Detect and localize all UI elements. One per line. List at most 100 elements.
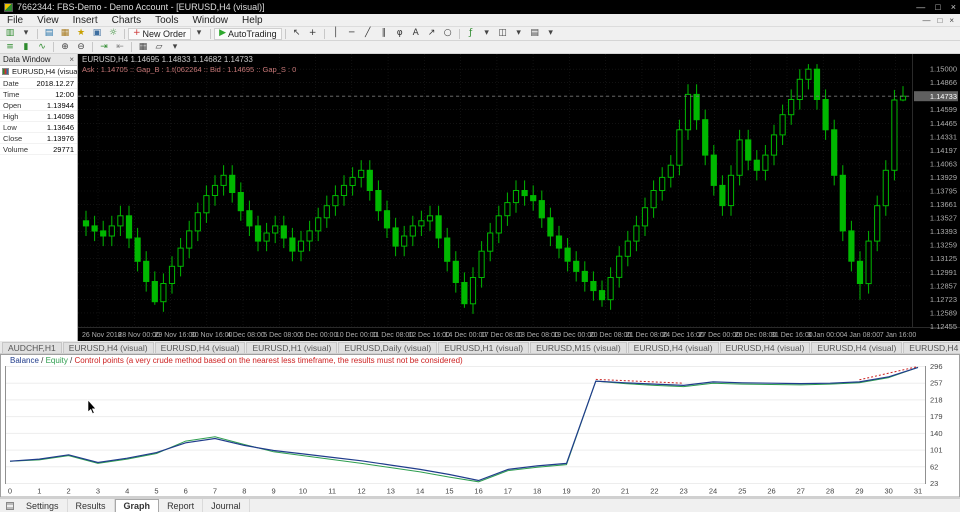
data-window-icon: ▦: [60, 28, 70, 38]
periods-button[interactable]: ◫: [495, 28, 511, 40]
chart-file-icon: [2, 68, 9, 75]
tab-report[interactable]: Report: [159, 499, 204, 512]
chart-tab-6[interactable]: EURUSD,M15 (visual): [530, 342, 627, 353]
svg-text:101: 101: [930, 446, 943, 455]
menu-insert[interactable]: Insert: [66, 15, 105, 26]
indicators-list-button[interactable]: ▾: [479, 28, 495, 40]
svg-text:1.12723: 1.12723: [930, 295, 957, 304]
mdi-maximize-button[interactable]: □: [937, 16, 942, 25]
chart-tab-3[interactable]: EURUSD,H1 (visual): [246, 342, 338, 353]
vertical-line-button[interactable]: │: [328, 28, 344, 40]
grid-toggle-button[interactable]: ▦: [135, 41, 151, 53]
market-watch-button[interactable]: ▤: [41, 28, 57, 40]
shapes-button[interactable]: ○: [440, 28, 456, 40]
chart-tab-9[interactable]: EURUSD,H4 (visual): [811, 342, 903, 353]
candlestick-chart-svg: 1.15000 1.14866 1.14733 1.14599 1.14465 1.143…: [78, 54, 960, 341]
menu-help[interactable]: Help: [235, 15, 270, 26]
data-row-low: Low 1.13646: [0, 122, 77, 133]
text-label-button[interactable]: A: [408, 28, 424, 40]
open-label: Open: [3, 100, 22, 110]
objects-list-button[interactable]: ▱: [151, 41, 167, 53]
zoom-in-button[interactable]: ⊕: [57, 41, 73, 53]
toolbar-separator: [210, 28, 212, 39]
candlestick-mode-button[interactable]: ▮: [18, 41, 34, 53]
horizontal-line-button[interactable]: ─: [344, 28, 360, 40]
svg-text:179: 179: [930, 412, 943, 421]
trendline-button[interactable]: ╱: [360, 28, 376, 40]
autotrading-button[interactable]: ▶ AutoTrading: [214, 27, 282, 40]
chart-tab-5[interactable]: EURUSD,H1 (visual): [438, 342, 530, 353]
crosshair-button[interactable]: +: [305, 28, 321, 40]
fibonacci-button[interactable]: φ: [392, 28, 408, 40]
horizontal-line-icon: ─: [348, 28, 355, 38]
chart-tab-2[interactable]: EURUSD,H4 (visual): [154, 342, 246, 353]
time-value: 12:00: [55, 89, 74, 99]
strategy-tester-button[interactable]: ☼: [105, 28, 121, 40]
line-chart-mode-button[interactable]: ∿: [34, 41, 50, 53]
templates-button[interactable]: ▤: [527, 28, 543, 40]
auto-scroll-button[interactable]: ⇥: [96, 41, 112, 53]
chart-tab-1[interactable]: EURUSD,H4 (visual): [62, 342, 154, 353]
chart-tab-10[interactable]: EURUSD,H4 (visual): [903, 342, 960, 353]
periods-list-button[interactable]: ▾: [511, 28, 527, 40]
new-order-list-button[interactable]: ▾: [191, 28, 207, 40]
templates-list-button[interactable]: ▾: [543, 28, 559, 40]
time-axis[interactable]: 26 Nov 201828 Nov 00:0029 Nov 16:0030 No…: [82, 332, 916, 339]
menu-window[interactable]: Window: [185, 15, 235, 26]
navigator-button[interactable]: ★: [73, 28, 89, 40]
indicators-button[interactable]: ƒ: [463, 28, 479, 40]
chart-shift-icon: ⇤: [116, 41, 124, 52]
arrows-button[interactable]: ↗: [424, 28, 440, 40]
svg-text:18: 18: [533, 487, 541, 496]
svg-text:6: 6: [184, 487, 188, 496]
toolbar-separator: [92, 42, 93, 52]
auto-scroll-icon: ⇥: [100, 41, 108, 52]
objects-dropdown-button[interactable]: ▾: [167, 41, 183, 53]
svg-text:17: 17: [504, 487, 512, 496]
new-chart-button[interactable]: ▥: [2, 28, 18, 40]
chart-tab-0[interactable]: AUDCHF,H1: [2, 342, 62, 353]
chart-area[interactable]: 1.15000 1.14866 1.14733 1.14599 1.14465 1.143…: [78, 54, 960, 341]
svg-text:26 Nov 2018: 26 Nov 2018: [82, 332, 122, 339]
mt4-window: 7662344: FBS-Demo - Demo Account - [EURU…: [0, 0, 960, 512]
chart-shift-button[interactable]: ⇤: [112, 41, 128, 53]
text-label-icon: A: [412, 28, 419, 38]
profiles-button[interactable]: ▾: [18, 28, 34, 40]
tab-journal[interactable]: Journal: [203, 499, 250, 512]
svg-text:1.12455: 1.12455: [930, 322, 957, 331]
data-row-close: Close 1.13976: [0, 133, 77, 144]
terminal-button[interactable]: ▣: [89, 28, 105, 40]
vertical-line-icon: │: [332, 28, 339, 38]
menu-charts[interactable]: Charts: [105, 15, 148, 26]
mdi-minimize-button[interactable]: —: [922, 16, 930, 25]
equidistant-channel-button[interactable]: ∥: [376, 28, 392, 40]
menu-tools[interactable]: Tools: [148, 15, 185, 26]
bar-chart-mode-button[interactable]: ≡: [2, 41, 18, 53]
tab-settings[interactable]: Settings: [18, 499, 68, 512]
close-button[interactable]: ×: [951, 2, 956, 12]
crosshair-icon: +: [308, 28, 317, 38]
svg-text:11: 11: [328, 487, 336, 496]
svg-text:28: 28: [826, 487, 834, 496]
tester-panel: 296 257 218 179 140 101 62 23 0 1 2 3 4 5 6 7 8 9 10 11 12 13…: [0, 354, 960, 498]
data-row-time: Time 12:00: [0, 89, 77, 100]
maximize-button[interactable]: □: [935, 2, 940, 12]
svg-text:1.13259: 1.13259: [930, 241, 957, 250]
menu-view[interactable]: View: [30, 15, 66, 26]
tab-results[interactable]: Results: [68, 499, 115, 512]
mdi-close-button[interactable]: ×: [949, 16, 954, 25]
close-icon[interactable]: ×: [69, 55, 74, 64]
menu-file[interactable]: File: [0, 15, 30, 26]
chart-tab-4[interactable]: EURUSD,Daily (visual): [338, 342, 438, 353]
data-window-button[interactable]: ▦: [57, 28, 73, 40]
svg-text:24: 24: [709, 487, 717, 496]
svg-text:1.15000: 1.15000: [930, 65, 957, 74]
zoom-out-button[interactable]: ⊖: [73, 41, 89, 53]
new-order-button[interactable]: + New Order: [128, 27, 192, 40]
cursor-button[interactable]: ↖: [289, 28, 305, 40]
chart-tab-8[interactable]: EURUSD,H4 (visual): [719, 342, 811, 353]
zoom-out-icon: ⊖: [77, 41, 85, 52]
tab-graph[interactable]: Graph: [114, 499, 160, 512]
chart-tab-7[interactable]: EURUSD,H4 (visual): [627, 342, 719, 353]
minimize-button[interactable]: —: [916, 2, 925, 12]
